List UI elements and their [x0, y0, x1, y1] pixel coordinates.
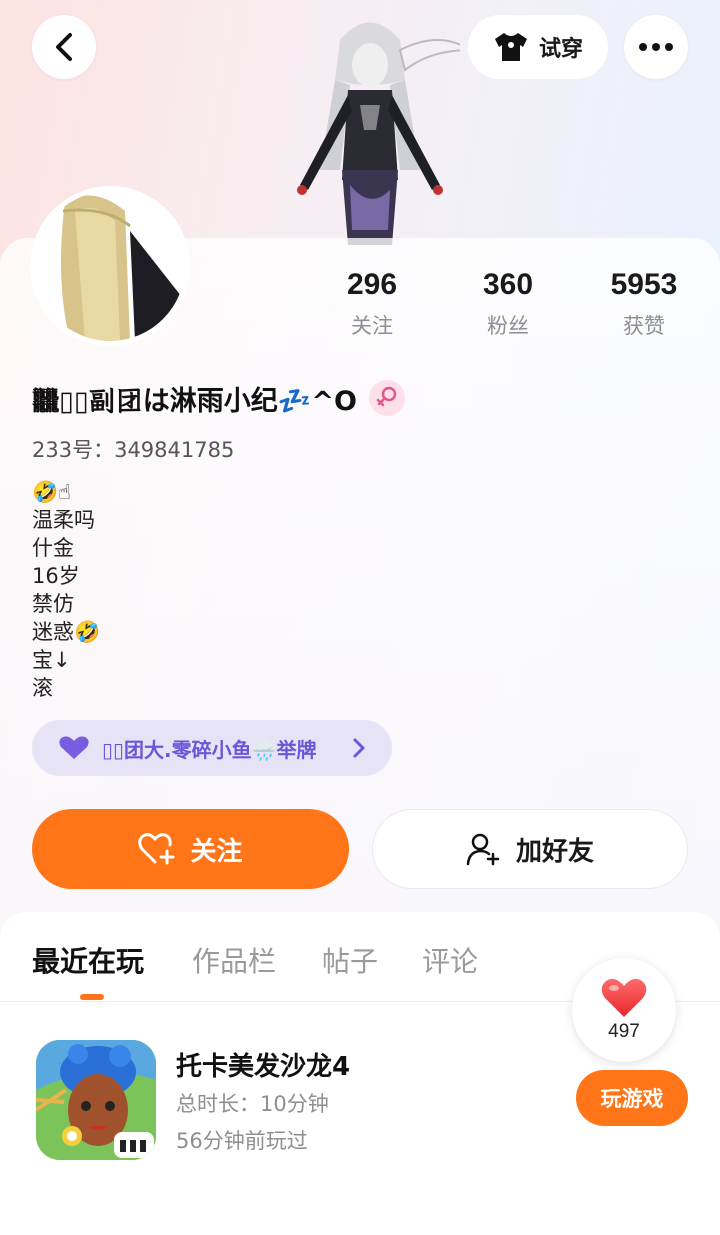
- gender-female-icon: [368, 380, 405, 416]
- avatar-image: [35, 191, 185, 341]
- more-icon: [639, 43, 673, 51]
- game-icon[interactable]: [36, 1040, 156, 1160]
- game-total-duration: 总时长：10分钟: [176, 1092, 329, 1116]
- stat-fans-label: 粉丝: [487, 314, 529, 338]
- tab-recent-played[interactable]: 最近在玩: [32, 940, 144, 980]
- back-arrow-icon: [56, 33, 72, 61]
- active-tab-indicator: [80, 994, 104, 1000]
- avatar[interactable]: [30, 186, 190, 346]
- profile-stats: 296 关注 360 粉丝 5953 获赞: [300, 268, 720, 348]
- like-count: 497: [608, 1021, 640, 1042]
- game-last-played: 56分钟前玩过: [176, 1129, 308, 1153]
- game-title: 托卡美发沙龙4: [176, 1052, 351, 1082]
- profile-page: 试穿 296 关注 360 粉丝 5953 获赞 𪚥▯▯副团は淋雨小纪💤^O 2…: [0, 0, 720, 1235]
- club-text: ▯▯团大.零碎小鱼🌧️举牌: [102, 737, 317, 762]
- more-options-button[interactable]: [624, 15, 688, 79]
- user-id: 233号：349841785: [32, 438, 235, 462]
- play-game-button[interactable]: 玩游戏: [576, 1070, 688, 1126]
- heart-club-icon: [59, 736, 89, 759]
- stat-likes-label: 获赞: [623, 314, 665, 338]
- back-button[interactable]: [32, 15, 96, 79]
- follow-label: 关注: [190, 836, 243, 867]
- add-friend-button[interactable]: 加好友: [372, 809, 688, 889]
- add-friend-label: 加好友: [515, 836, 594, 867]
- club-badge[interactable]: ▯▯团大.零碎小鱼🌧️举牌: [32, 720, 392, 776]
- tshirt-icon: [494, 33, 527, 61]
- follow-button[interactable]: 关注: [32, 809, 349, 889]
- bio-text: 🤣☝ 温柔吗 什金 16岁 禁仿 迷惑🤣 宝↓ 滚: [32, 480, 101, 700]
- stat-likes-count: 5953: [610, 268, 678, 301]
- nickname: 𪚥▯▯副团は淋雨小纪💤^O: [32, 385, 357, 417]
- tab-works[interactable]: 作品栏: [192, 940, 276, 980]
- try-on-button[interactable]: 试穿: [468, 15, 608, 79]
- stat-following-label: 关注: [351, 314, 393, 338]
- stat-fans[interactable]: 360 粉丝: [438, 268, 578, 340]
- tab-posts[interactable]: 帖子: [322, 940, 378, 980]
- try-on-label: 试穿: [538, 37, 583, 62]
- nickname-row: 𪚥▯▯副团は淋雨小纪💤^O: [32, 376, 405, 420]
- stat-fans-count: 360: [482, 268, 534, 301]
- like-button[interactable]: 497: [572, 958, 676, 1062]
- heart-plus-icon: [138, 833, 175, 865]
- add-friend-icon: [466, 833, 500, 866]
- stat-following[interactable]: 296 关注: [302, 268, 442, 340]
- chevron-right-icon: [353, 738, 365, 758]
- tab-comments[interactable]: 评论: [422, 940, 478, 980]
- heart-icon: [601, 978, 647, 1017]
- stat-likes[interactable]: 5953 获赞: [574, 268, 714, 340]
- character-3d-model[interactable]: [280, 10, 460, 245]
- stat-following-count: 296: [346, 268, 398, 301]
